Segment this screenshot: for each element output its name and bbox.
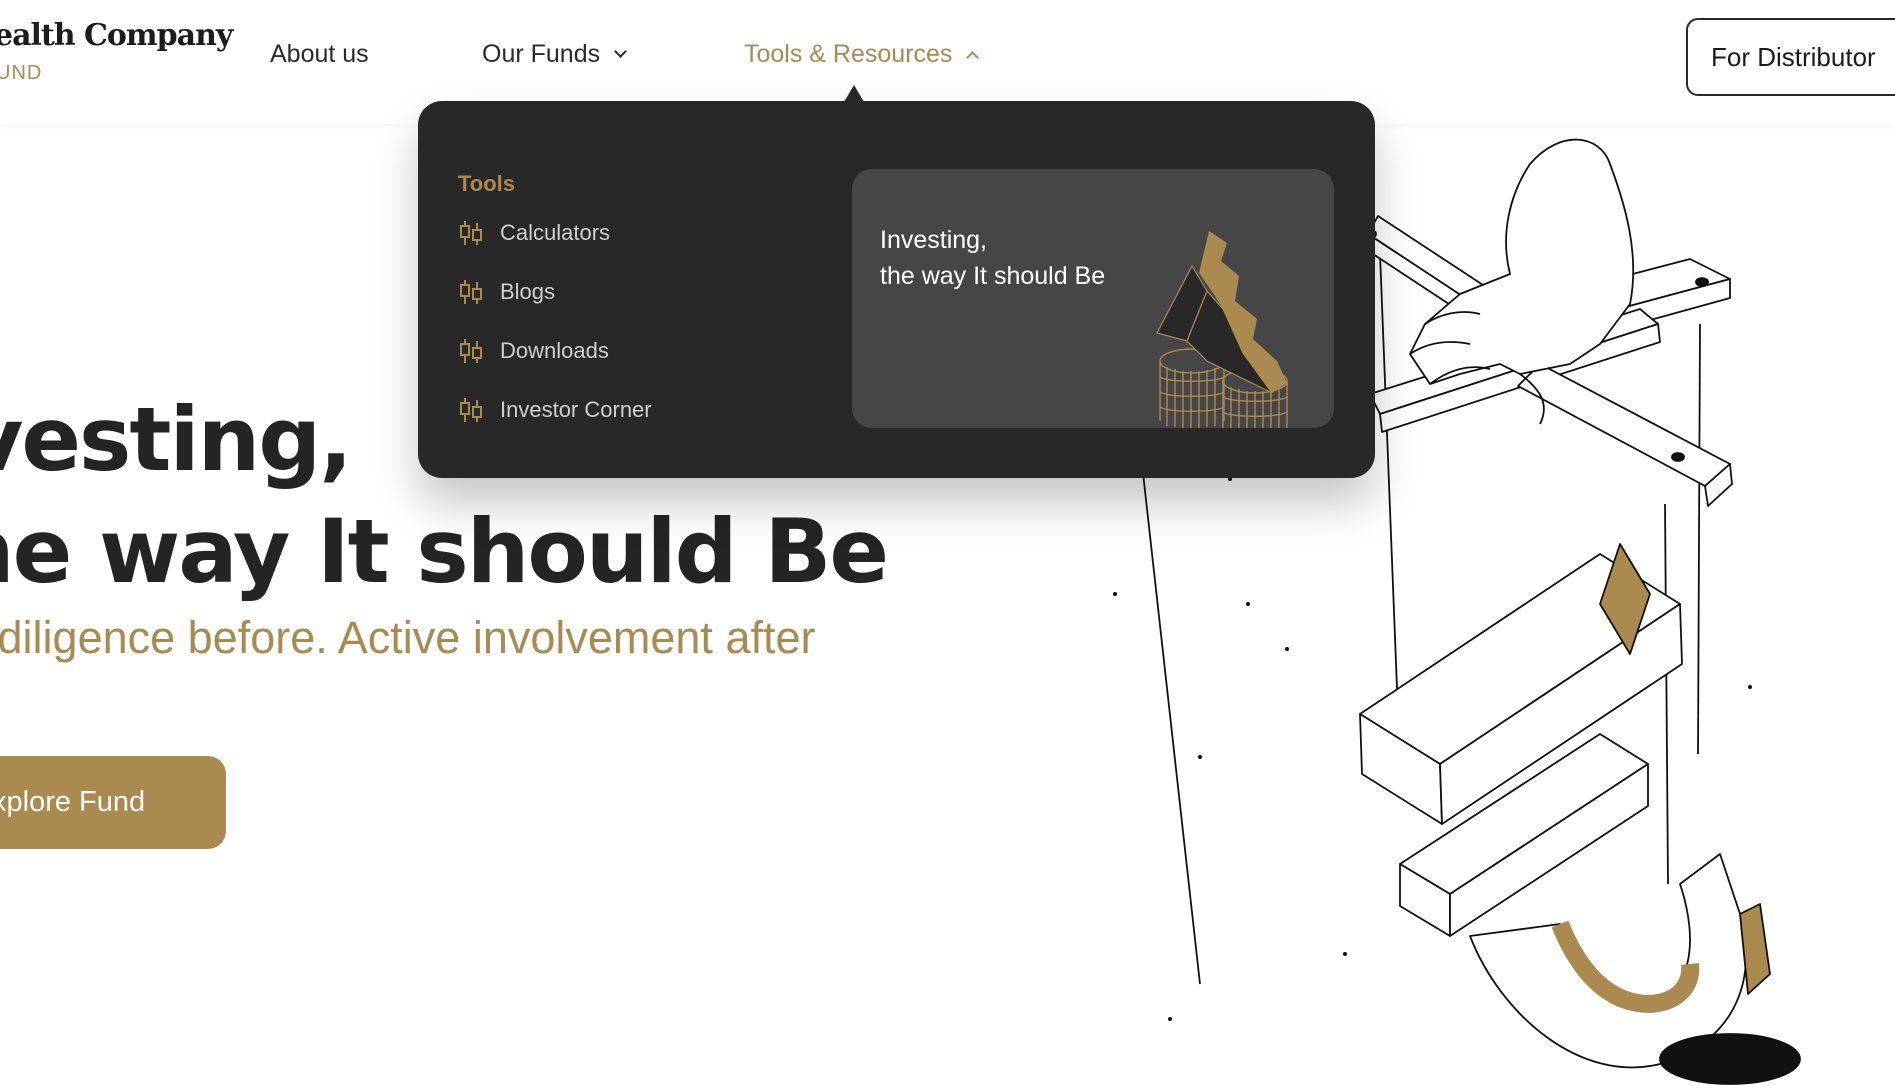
promo-line-1: Investing, — [880, 226, 988, 254]
nav-our-funds-label: Our Funds — [482, 40, 601, 68]
chevron-down-icon — [614, 45, 627, 58]
candlestick-icon — [460, 339, 482, 363]
dropdown-item-downloads[interactable]: Downloads — [458, 338, 609, 364]
hero-heading-line-1: vesting, — [0, 388, 353, 491]
candlestick-icon — [460, 280, 482, 304]
candlestick-icon — [460, 221, 482, 245]
explore-fund-label: xplore Fund — [0, 786, 146, 818]
dropdown-item-label: Calculators — [500, 220, 611, 245]
dropdown-item-blogs[interactable]: Blogs — [458, 279, 555, 305]
promo-card[interactable]: Investing, the way It should Be — [852, 169, 1334, 428]
nav-our-funds[interactable]: Our Funds — [482, 40, 627, 69]
nav-tools-resources-label: Tools & Resources — [744, 40, 953, 68]
logo-title[interactable]: ealth Company — [0, 18, 233, 53]
for-distributor-label: For Distributor — [1711, 41, 1876, 72]
coins-chart-icon — [1156, 231, 1288, 428]
chevron-up-icon — [966, 51, 980, 64]
dropdown-item-label: Downloads — [500, 338, 609, 363]
for-distributor-button[interactable]: For Distributor — [1686, 18, 1895, 96]
dropdown-caret — [844, 85, 864, 102]
dropdown-item-label: Blogs — [500, 279, 556, 304]
tools-resources-dropdown: Tools Calculators Blogs Downloads Invest… — [418, 101, 1375, 478]
dropdown-item-investor-corner[interactable]: Investor Corner — [458, 397, 652, 423]
explore-fund-button[interactable]: xplore Fund — [0, 756, 226, 849]
hero-heading-line-2: ne way It should Be — [0, 500, 889, 603]
logo-subtitle: UND — [0, 62, 43, 84]
nav-about-us-label: About us — [270, 40, 369, 68]
dropdown-heading: Tools — [458, 171, 516, 196]
promo-line-2: the way It should Be — [880, 262, 1106, 290]
candlestick-icon — [460, 398, 482, 422]
dropdown-item-label: Investor Corner — [500, 397, 652, 422]
nav-about-us[interactable]: About us — [270, 40, 369, 69]
hero-subtitle: p diligence before. Active involvement a… — [0, 612, 816, 663]
dropdown-item-calculators[interactable]: Calculators — [458, 220, 610, 246]
nav-tools-resources[interactable]: Tools & Resources — [744, 40, 980, 69]
